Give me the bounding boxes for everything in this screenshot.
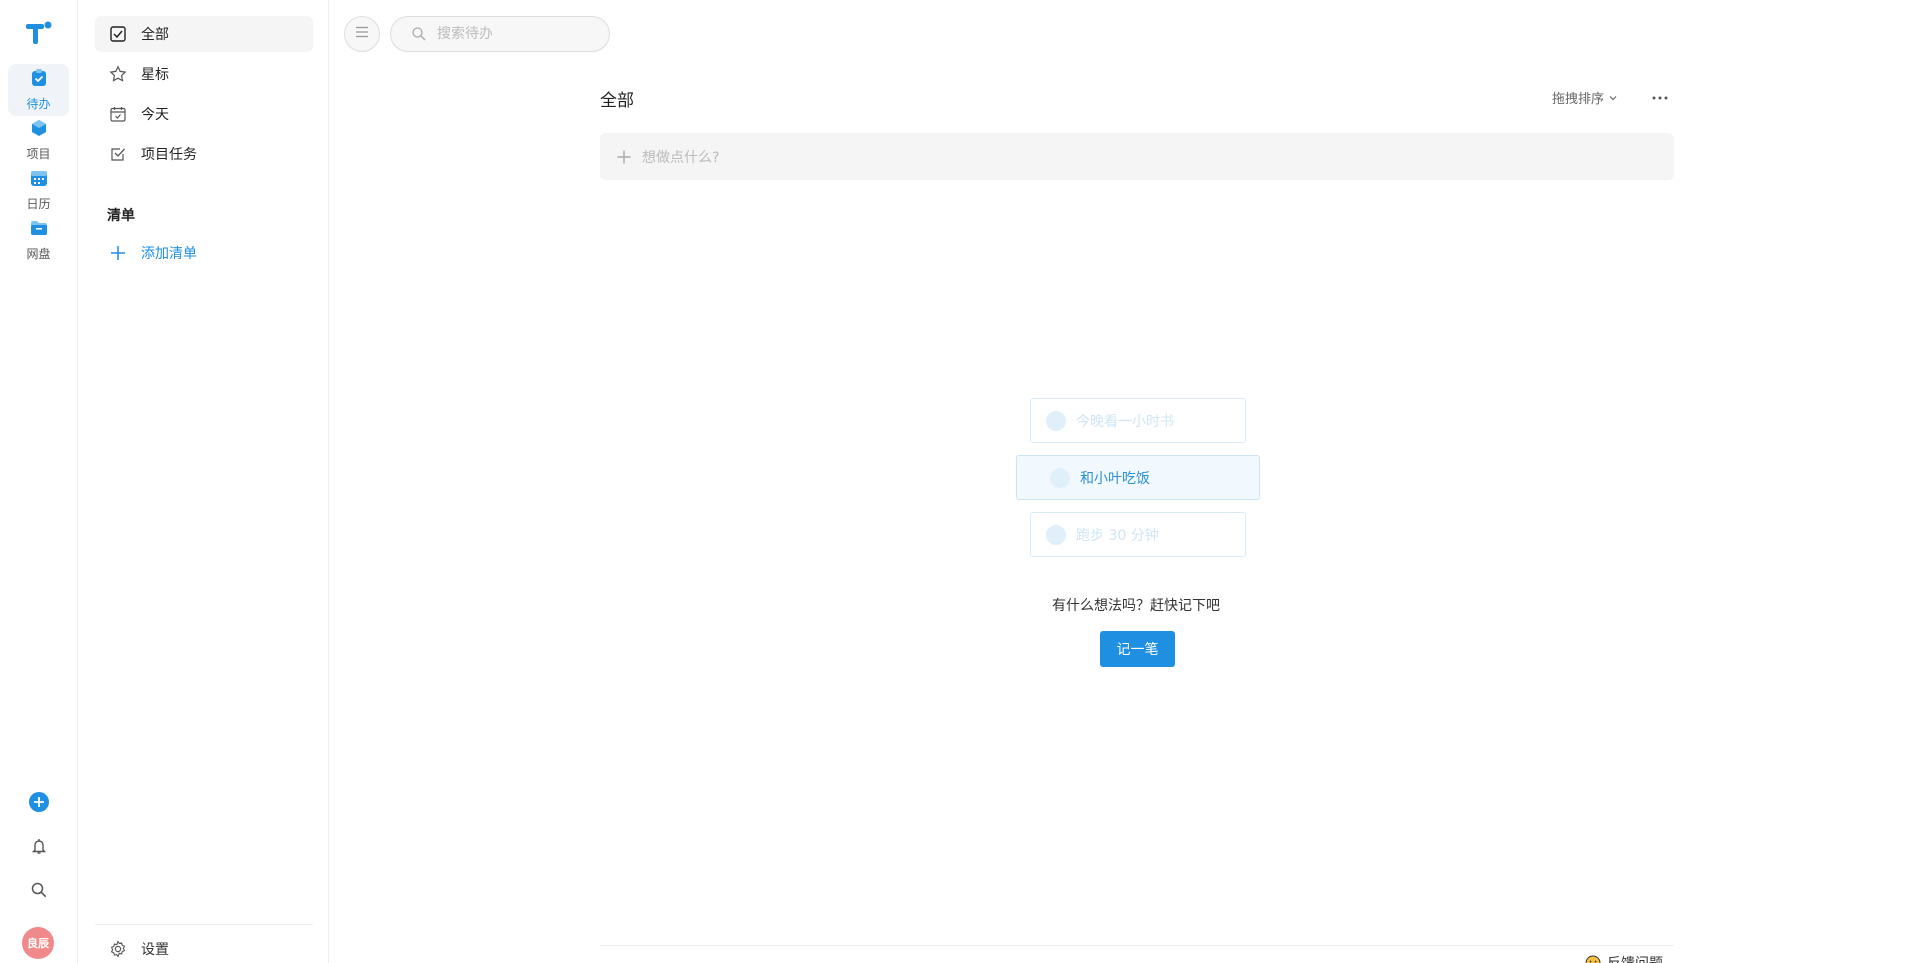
lists-section-title: 清单 (107, 208, 135, 224)
example-card: 和小叶吃饭 (1016, 455, 1260, 500)
sidebar-item-all[interactable]: 全部 (95, 16, 313, 52)
hamburger-icon (355, 26, 369, 42)
calendar-icon (29, 168, 49, 192)
folder-icon (29, 218, 49, 242)
rail-item-todo[interactable]: 待办 (8, 64, 69, 116)
app-logo-icon[interactable] (22, 18, 54, 50)
search-input[interactable] (437, 26, 587, 42)
example-card: 跑步 30 分钟 (1030, 512, 1246, 557)
example-checkbox-icon (1046, 410, 1066, 431)
search-icon (411, 26, 427, 42)
left-rail: 待办 项目 日历 网盘 良辰 (0, 0, 78, 963)
more-options-button[interactable] (1648, 84, 1672, 108)
search-icon (30, 881, 48, 903)
example-checkbox-icon (1050, 467, 1070, 488)
page-title: 全部 (600, 91, 634, 111)
settings-label: 设置 (141, 942, 169, 958)
rail-item-label: 日历 (26, 197, 51, 211)
feedback-button[interactable]: 反馈问题 (1585, 953, 1663, 963)
footer-divider (600, 945, 1674, 946)
plus-icon (109, 244, 127, 262)
sort-label: 拖拽排序 (1552, 92, 1605, 107)
avatar[interactable]: 良辰 (22, 927, 54, 959)
sidebar-divider (95, 924, 313, 925)
plus-circle-icon (28, 791, 50, 817)
add-button[interactable] (26, 791, 52, 817)
rail-item-drive[interactable]: 网盘 (8, 214, 69, 266)
add-list-label: 添加清单 (141, 246, 197, 262)
rail-item-label: 网盘 (26, 247, 51, 261)
chevron-down-icon (1608, 93, 1618, 103)
task-check-icon (109, 145, 127, 163)
feedback-label: 反馈问题 (1607, 953, 1663, 963)
rail-item-label: 待办 (26, 97, 51, 111)
menu-toggle-button[interactable] (344, 16, 380, 52)
plus-icon (616, 149, 632, 165)
checkbox-icon (109, 25, 127, 43)
add-todo-placeholder: 想做点什么? (642, 149, 720, 166)
rail-item-calendar[interactable]: 日历 (8, 164, 69, 216)
create-note-button[interactable]: 记一笔 (1100, 631, 1175, 667)
empty-state-message: 有什么想法吗？赶快记下吧 (1052, 598, 1220, 614)
sidebar-item-label: 星标 (141, 67, 169, 83)
gear-icon (109, 940, 127, 958)
settings-button[interactable]: 设置 (95, 934, 169, 963)
sidebar-item-label: 今天 (141, 107, 169, 123)
notification-button[interactable] (26, 835, 52, 861)
sidebar-item-starred[interactable]: 星标 (95, 56, 313, 92)
example-card: 今晚看一小时书 (1030, 398, 1246, 443)
example-checkbox-icon (1046, 524, 1066, 545)
calendar-today-icon (109, 105, 127, 123)
sidebar-item-today[interactable]: 今天 (95, 96, 313, 132)
star-icon (109, 65, 127, 83)
sidebar-item-label: 全部 (141, 27, 169, 43)
example-card-text: 和小叶吃饭 (1080, 470, 1150, 487)
sidebar-item-label: 项目任务 (141, 147, 197, 163)
example-card-text: 今晚看一小时书 (1076, 413, 1174, 430)
global-search-button[interactable] (26, 879, 52, 905)
bell-icon (30, 837, 48, 859)
rail-item-label: 项目 (26, 147, 51, 161)
more-dots-icon (1652, 88, 1668, 104)
sort-dropdown[interactable]: 拖拽排序 (1552, 88, 1618, 107)
example-card-text: 跑步 30 分钟 (1076, 527, 1159, 544)
list-sidebar: 全部 星标 今天 项目任务 清单 添加清单 设置 (79, 0, 329, 963)
search-box (390, 16, 610, 52)
sidebar-item-project-tasks[interactable]: 项目任务 (95, 136, 313, 172)
add-todo-input[interactable]: 想做点什么? (600, 133, 1674, 180)
add-list-button[interactable]: 添加清单 (95, 235, 197, 271)
rail-item-project[interactable]: 项目 (8, 114, 69, 166)
project-icon (29, 118, 49, 142)
feedback-emoji-icon (1585, 955, 1601, 963)
todo-icon (29, 68, 49, 92)
